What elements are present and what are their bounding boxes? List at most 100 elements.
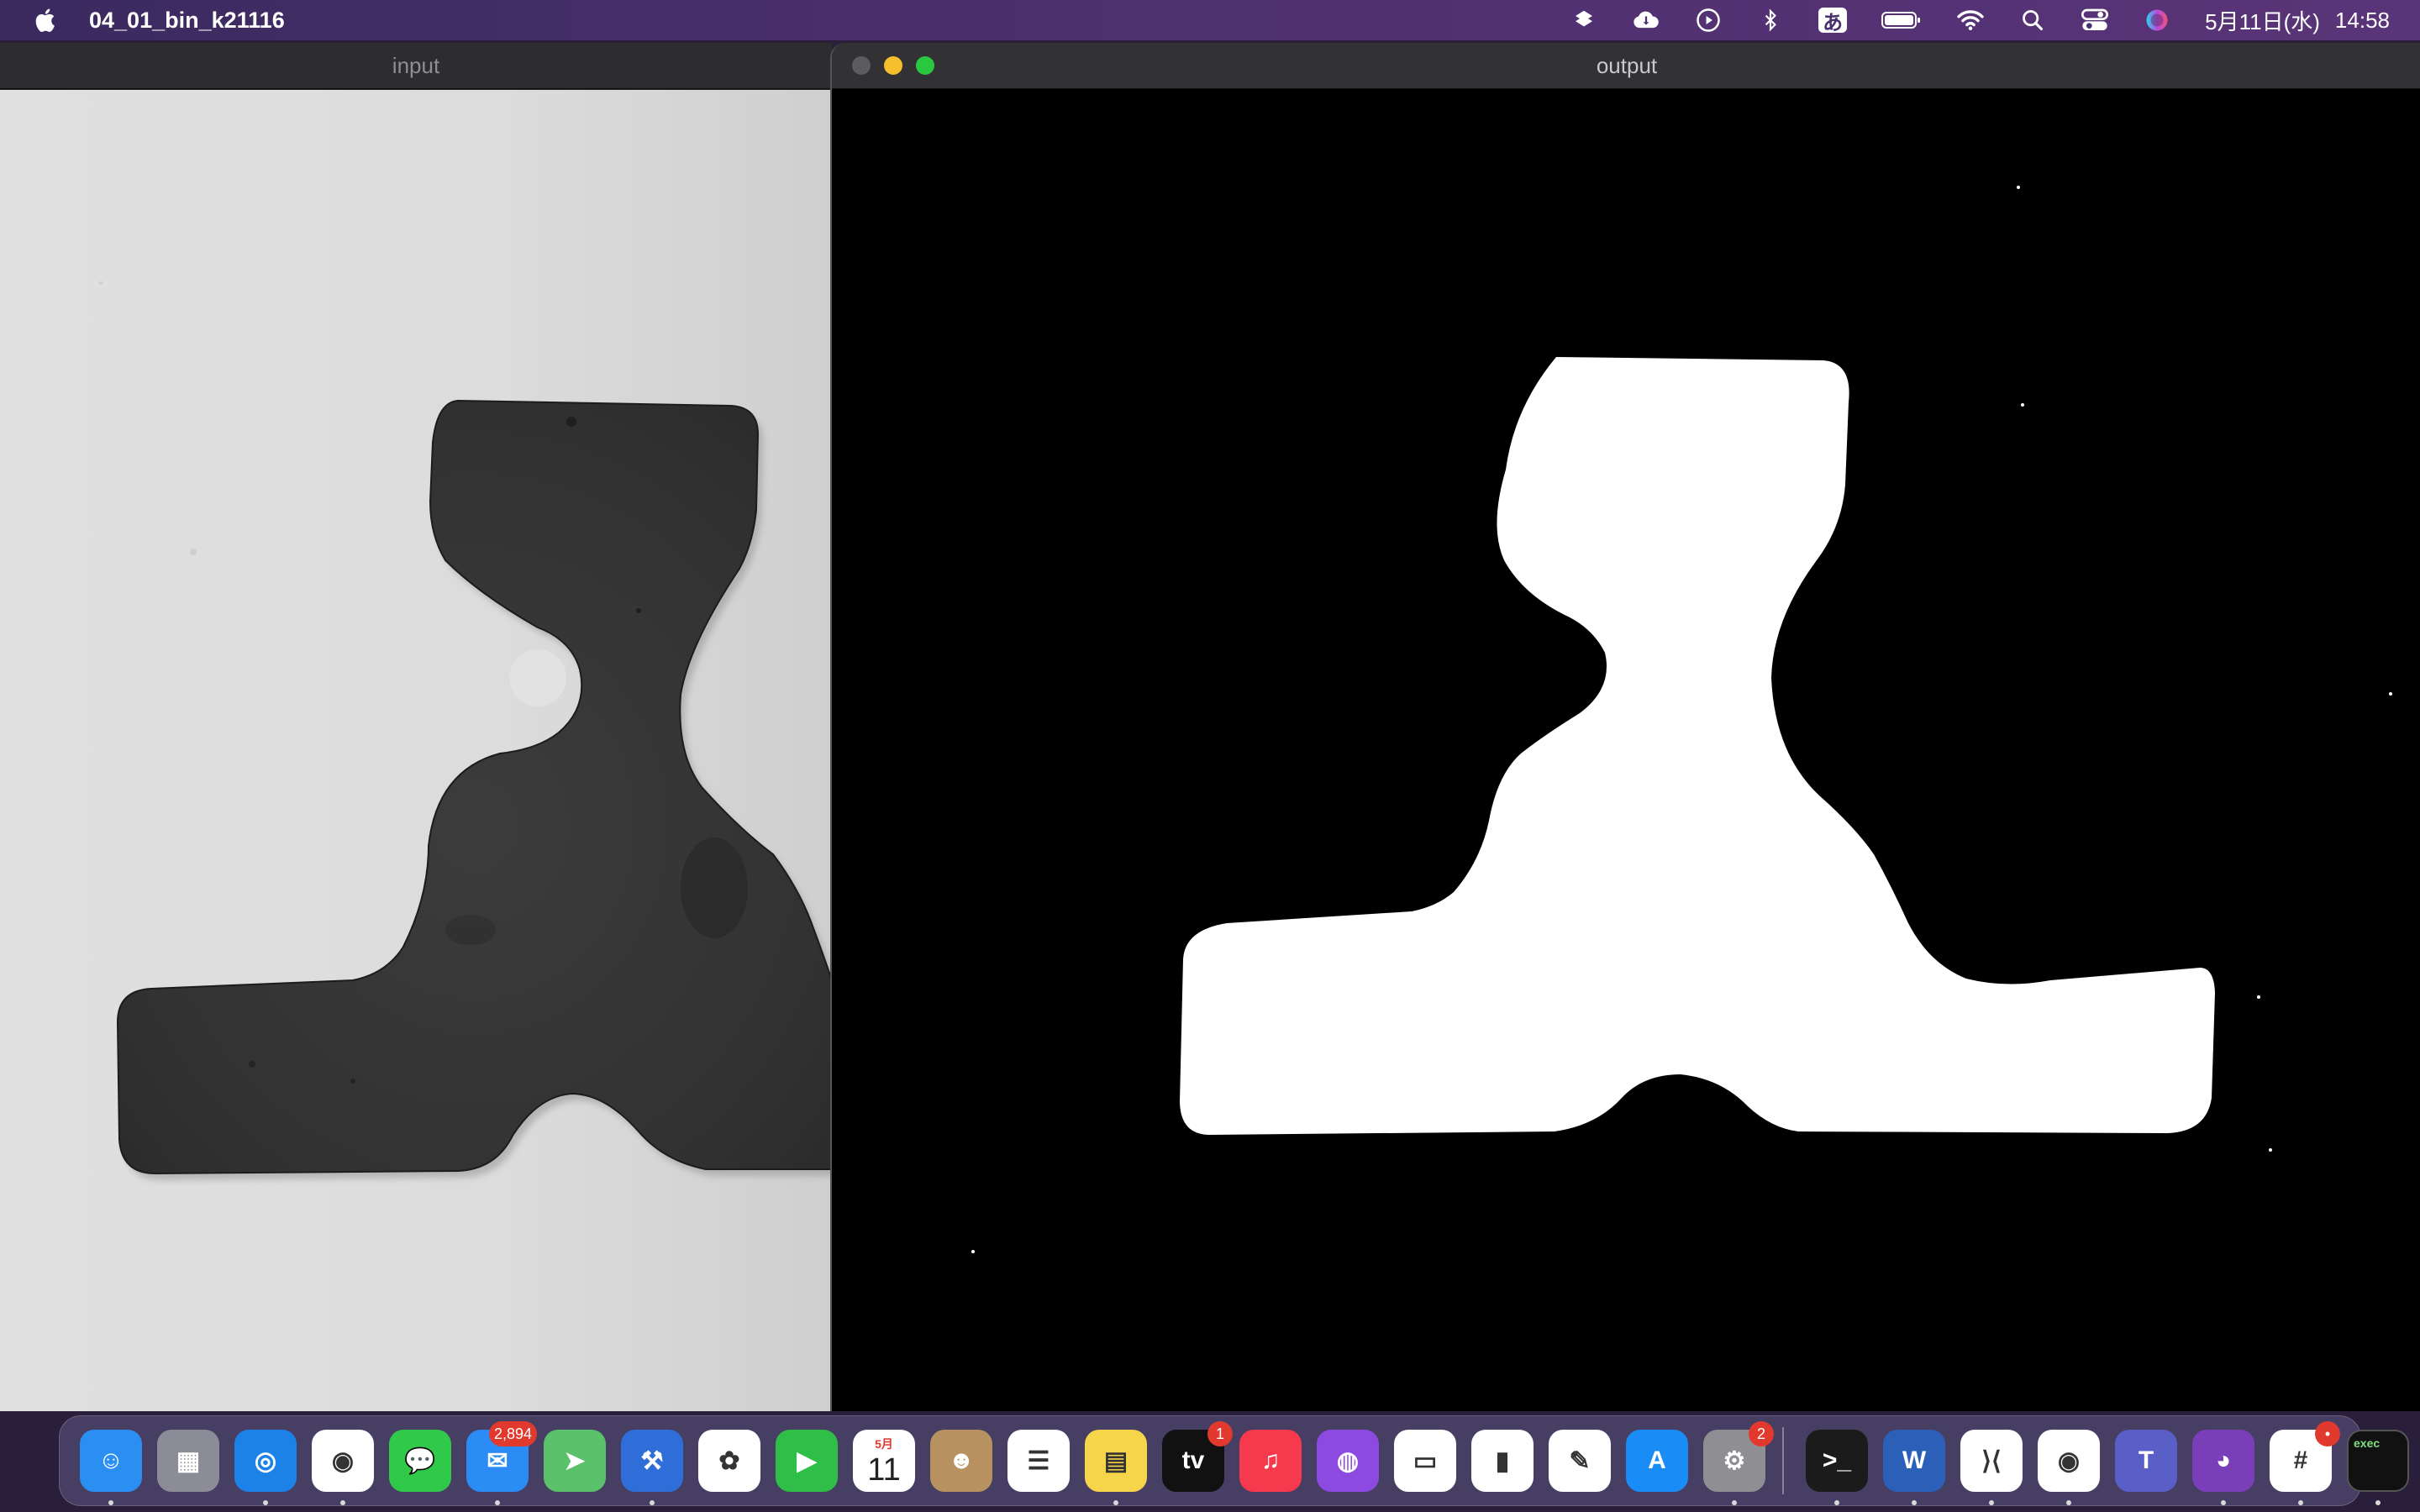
dock-glyph: >_: [1822, 1446, 1852, 1474]
notification-badge: 1: [1207, 1421, 1233, 1446]
dock-glyph: ➤: [564, 1446, 586, 1475]
music-icon[interactable]: ♫: [1239, 1430, 1302, 1492]
word-icon[interactable]: W: [1883, 1430, 1945, 1492]
input-method-icon[interactable]: あ: [1818, 8, 1848, 34]
xcode-icon[interactable]: ⚒: [621, 1430, 683, 1492]
dock-item[interactable]: ▤: [1085, 1430, 1147, 1505]
dock-item[interactable]: ✿: [698, 1430, 760, 1492]
apple-logo-icon[interactable]: [32, 6, 60, 34]
dock-item[interactable]: tv 1: [1162, 1421, 1233, 1492]
dock-glyph: ◎: [254, 1446, 277, 1475]
dock-item[interactable]: ▭: [1394, 1430, 1456, 1492]
dock-item[interactable]: ➤: [544, 1430, 606, 1492]
chrome-beta-icon[interactable]: ◉: [2038, 1430, 2100, 1492]
minimize-window-button[interactable]: [884, 56, 902, 75]
dock-item[interactable]: ⟩⟨: [1960, 1430, 2023, 1505]
output-window-titlebar[interactable]: output: [832, 43, 2420, 89]
dock-item[interactable]: ◍: [1317, 1430, 1379, 1492]
dock-glyph: ▮: [1495, 1446, 1510, 1475]
input-window-titlebar[interactable]: input: [0, 43, 832, 89]
running-indicator: [495, 1500, 500, 1505]
reminders-icon[interactable]: ☰: [1007, 1430, 1070, 1492]
maps-icon[interactable]: ➤: [544, 1430, 606, 1492]
terminal-icon[interactable]: >_: [1806, 1430, 1868, 1492]
menubar-time[interactable]: 14:58: [2335, 8, 2390, 34]
dock-item[interactable]: 5月 11: [853, 1430, 915, 1492]
dock-item[interactable]: ✎: [1549, 1430, 1611, 1492]
binarized-image: [832, 90, 2420, 1411]
dock-item[interactable]: 💬: [389, 1430, 451, 1492]
close-window-button[interactable]: [852, 56, 871, 75]
dock-item[interactable]: ◎: [234, 1430, 297, 1505]
dock-item[interactable]: ⚙ 2: [1703, 1421, 1774, 1505]
exec-terminal-icon[interactable]: exec: [2347, 1430, 2409, 1492]
dock-glyph: ✉: [487, 1446, 508, 1475]
dock-item[interactable]: ☰: [1007, 1430, 1070, 1492]
wifi-icon[interactable]: [1956, 6, 1985, 34]
running-indicator: [1989, 1500, 1994, 1505]
contacts-icon[interactable]: ☻: [930, 1430, 992, 1492]
input-window[interactable]: input: [0, 43, 832, 1411]
siri-icon[interactable]: [2143, 6, 2171, 34]
dock-item[interactable]: >_: [1806, 1430, 1868, 1505]
safari-icon[interactable]: ◎: [234, 1430, 297, 1492]
dock-item[interactable]: ✉ 2,894: [466, 1421, 537, 1505]
menubar-date[interactable]: 5月11日(水): [2205, 5, 2320, 36]
app-store-icon[interactable]: A: [1626, 1430, 1688, 1492]
running-indicator: [2221, 1500, 2226, 1505]
running-indicator: [263, 1500, 268, 1505]
play-icon[interactable]: [1694, 6, 1723, 34]
running-indicator: [1113, 1500, 1118, 1505]
zoom-window-button[interactable]: [916, 56, 934, 75]
keynote-icon[interactable]: ▭: [1394, 1430, 1456, 1492]
dock-item[interactable]: exec: [2347, 1430, 2409, 1505]
spotlight-icon[interactable]: [2018, 6, 2047, 34]
chrome-icon[interactable]: ◉: [312, 1430, 374, 1492]
pages-icon[interactable]: ✎: [1549, 1430, 1611, 1492]
dock-item[interactable]: ☺: [80, 1430, 142, 1505]
dock-item[interactable]: ☻: [930, 1430, 992, 1492]
dock-item[interactable]: A: [1626, 1430, 1688, 1492]
photos-icon[interactable]: ✿: [698, 1430, 760, 1492]
dock-item[interactable]: ◉: [312, 1430, 374, 1505]
status-menus: あ 5月11日(水) 14:58: [1570, 0, 2390, 40]
calendar-icon[interactable]: 5月 11: [853, 1430, 915, 1492]
dock-item[interactable]: ◉: [2038, 1430, 2100, 1505]
dock-item[interactable]: ▦: [157, 1430, 219, 1492]
dock-item[interactable]: ▮: [1471, 1430, 1534, 1492]
icloud-icon[interactable]: [1632, 6, 1660, 34]
github-icon[interactable]: ◕: [2192, 1430, 2254, 1492]
dock-glyph: ⚙: [1723, 1446, 1746, 1475]
dock-item[interactable]: T: [2115, 1430, 2177, 1492]
vscode-icon[interactable]: ⟩⟨: [1960, 1430, 2023, 1492]
running-indicator: [2066, 1500, 2071, 1505]
teams-icon[interactable]: T: [2115, 1430, 2177, 1492]
dock-item[interactable]: W: [1883, 1430, 1945, 1505]
output-window[interactable]: output: [830, 43, 2420, 1411]
output-image: [832, 90, 2420, 1411]
running-indicator: [1732, 1500, 1737, 1505]
dock-item[interactable]: ▶: [776, 1430, 838, 1492]
numbers-icon[interactable]: ▮: [1471, 1430, 1534, 1492]
bluetooth-icon[interactable]: [1756, 6, 1785, 34]
control-center-icon[interactable]: [2081, 6, 2109, 34]
dock-glyph: ▤: [1103, 1446, 1128, 1475]
dock-glyph: 💬: [404, 1446, 436, 1475]
dock-item[interactable]: # •: [2270, 1421, 2340, 1505]
calendar-month: 5月: [875, 1437, 893, 1451]
battery-icon[interactable]: [1881, 6, 1923, 34]
running-indicator: [2375, 1500, 2381, 1505]
dock-item[interactable]: ◕: [2192, 1430, 2254, 1505]
messages-icon[interactable]: 💬: [389, 1430, 451, 1492]
dock-glyph: ◕: [2215, 1446, 2232, 1474]
notes-icon[interactable]: ▤: [1085, 1430, 1147, 1492]
dropbox-icon[interactable]: [1570, 6, 1598, 34]
launchpad-icon[interactable]: ▦: [157, 1430, 219, 1492]
dock-glyph: ⚒: [640, 1446, 664, 1475]
finder-icon[interactable]: ☺: [80, 1430, 142, 1492]
dock-item[interactable]: ♫: [1239, 1430, 1302, 1492]
active-app-name[interactable]: 04_01_bin_k21116: [89, 8, 285, 34]
podcasts-icon[interactable]: ◍: [1317, 1430, 1379, 1492]
dock-item[interactable]: ⚒: [621, 1430, 683, 1505]
facetime-icon[interactable]: ▶: [776, 1430, 838, 1492]
